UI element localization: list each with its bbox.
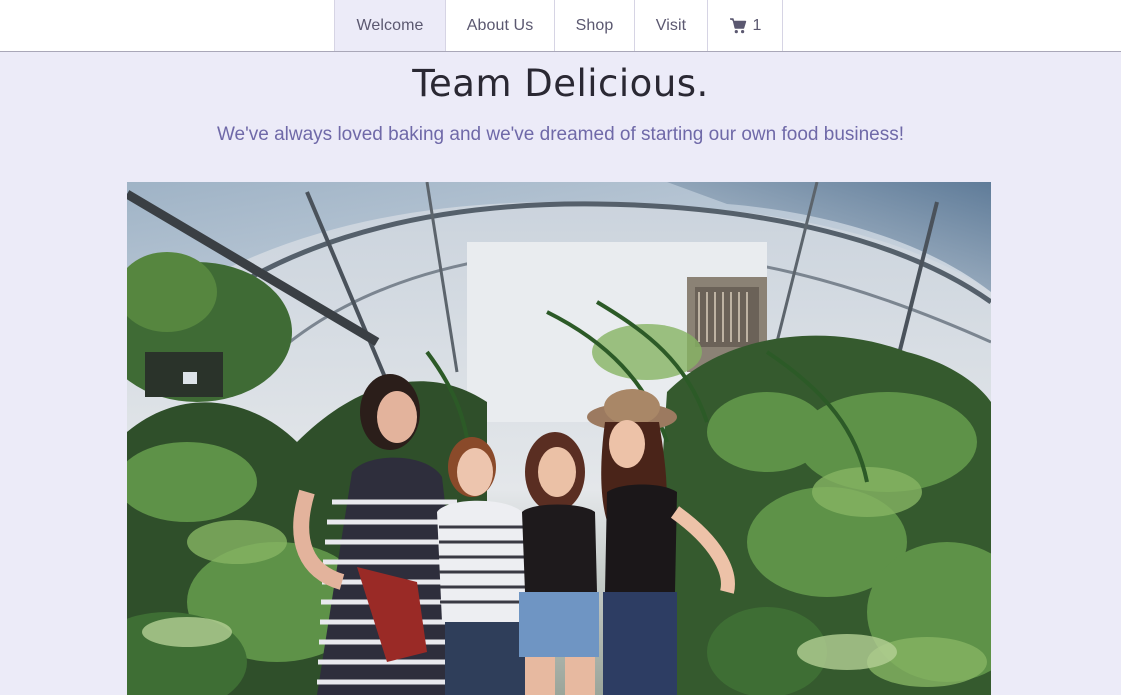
- nav-shop[interactable]: Shop: [555, 0, 635, 51]
- cart-count: 1: [752, 16, 762, 34]
- nav-visit[interactable]: Visit: [635, 0, 708, 51]
- page-subtitle: We've always loved baking and we've drea…: [216, 124, 905, 145]
- top-navigation-bar: Welcome About Us Shop Visit 1: [0, 0, 1121, 52]
- cart-icon: [729, 17, 747, 35]
- nav-about-us[interactable]: About Us: [446, 0, 555, 51]
- main-nav: Welcome About Us Shop Visit 1: [334, 0, 783, 51]
- nav-welcome[interactable]: Welcome: [335, 0, 446, 51]
- team-photo: [127, 182, 991, 695]
- page-title: Team Delicious.: [412, 62, 709, 105]
- nav-cart[interactable]: 1: [708, 0, 783, 51]
